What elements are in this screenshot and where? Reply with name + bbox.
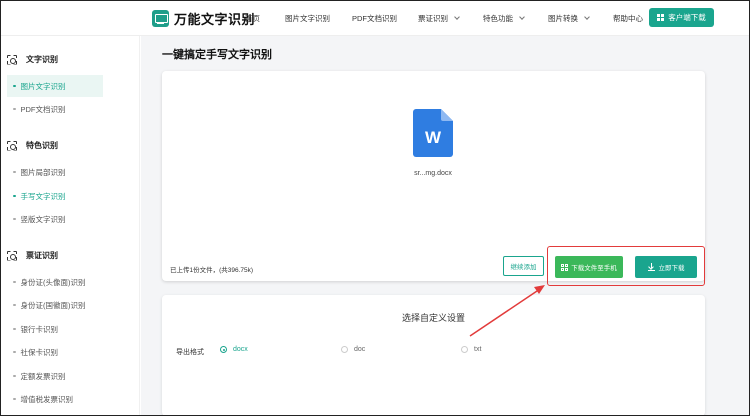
svg-text:W: W [425, 128, 442, 147]
settings-title: 选择自定义设置 [401, 313, 465, 323]
section-ticket-ocr: 票证识别 [7, 250, 58, 261]
scan-icon [7, 251, 17, 261]
sidebar-item-partial-ocr[interactable]: 图片局部识别 [7, 161, 103, 183]
nav-pdf-ocr[interactable]: PDF文档识别 [352, 13, 397, 24]
page-title: 一键搞定手写文字识别 [162, 49, 272, 61]
nav-help[interactable]: 帮助中心 [613, 13, 643, 24]
download-now-button[interactable]: 立即下载 [635, 256, 697, 278]
radio-checked-icon [220, 346, 227, 353]
logo[interactable]: 万能文字识别 [152, 9, 255, 28]
radio-unchecked-icon [341, 346, 348, 353]
download-to-phone-button[interactable]: 下载文件至手机 [555, 256, 623, 278]
sidebar-item-social-card[interactable]: 社保卡识别 [7, 341, 103, 363]
radio-unchecked-icon [461, 346, 468, 353]
chevron-down-icon [454, 14, 460, 20]
nav-image-convert[interactable]: 图片转换 [548, 13, 590, 24]
format-option-txt[interactable]: txt [461, 346, 481, 353]
word-file-icon: W [413, 109, 453, 157]
section-special-ocr: 特色识别 [7, 140, 58, 151]
nav-image-ocr[interactable]: 图片文字识别 [285, 13, 330, 24]
sidebar-item-id-back[interactable]: 身份证(国徽面)识别 [7, 294, 103, 316]
top-header: 万能文字识别 首页 图片文字识别 PDF文档识别 票证识别 特色功能 图片转换 … [0, 0, 750, 36]
client-download-button[interactable]: 客户端下载 [649, 8, 714, 27]
nav-ticket-ocr[interactable]: 票证识别 [418, 13, 460, 24]
file-name: sr...mg.docx [414, 170, 452, 177]
scan-icon [7, 141, 17, 151]
nav-home[interactable]: 首页 [245, 13, 260, 24]
logo-scanner-icon [152, 10, 169, 27]
sidebar-item-pdf-ocr[interactable]: PDF文档识别 [7, 98, 103, 120]
download-icon [647, 263, 655, 271]
nav-features[interactable]: 特色功能 [483, 13, 525, 24]
section-text-ocr: 文字识别 [7, 54, 58, 65]
logo-text: 万能文字识别 [174, 12, 256, 27]
chevron-down-icon [519, 14, 525, 20]
sidebar-item-handwriting-ocr[interactable]: 手写文字识别 [7, 185, 103, 207]
sidebar: 文字识别 图片文字识别 PDF文档识别 特色识别 图片局部识别 手写文字识别 竖… [0, 36, 140, 416]
windows-icon [657, 14, 665, 21]
upload-info: 已上传1份文件，(共396.75k) [170, 267, 254, 274]
sidebar-item-bank-card[interactable]: 银行卡识别 [7, 318, 103, 340]
qr-code-icon [561, 263, 569, 271]
sidebar-item-image-ocr[interactable]: 图片文字识别 [7, 75, 103, 97]
sidebar-item-vertical-ocr[interactable]: 竖版文字识别 [7, 208, 103, 230]
format-option-doc[interactable]: doc [341, 346, 365, 353]
continue-add-button[interactable]: 继续添加 [503, 256, 544, 276]
sidebar-item-vat-invoice[interactable]: 增值税发票识别 [7, 388, 103, 410]
export-format-label: 导出格式 [176, 349, 204, 356]
sidebar-item-fixed-invoice[interactable]: 定额发票识别 [7, 365, 103, 387]
scan-icon [7, 55, 17, 65]
sidebar-item-id-front[interactable]: 身份证(头像面)识别 [7, 271, 103, 293]
format-option-docx[interactable]: docx [220, 346, 248, 353]
chevron-down-icon [584, 14, 590, 20]
